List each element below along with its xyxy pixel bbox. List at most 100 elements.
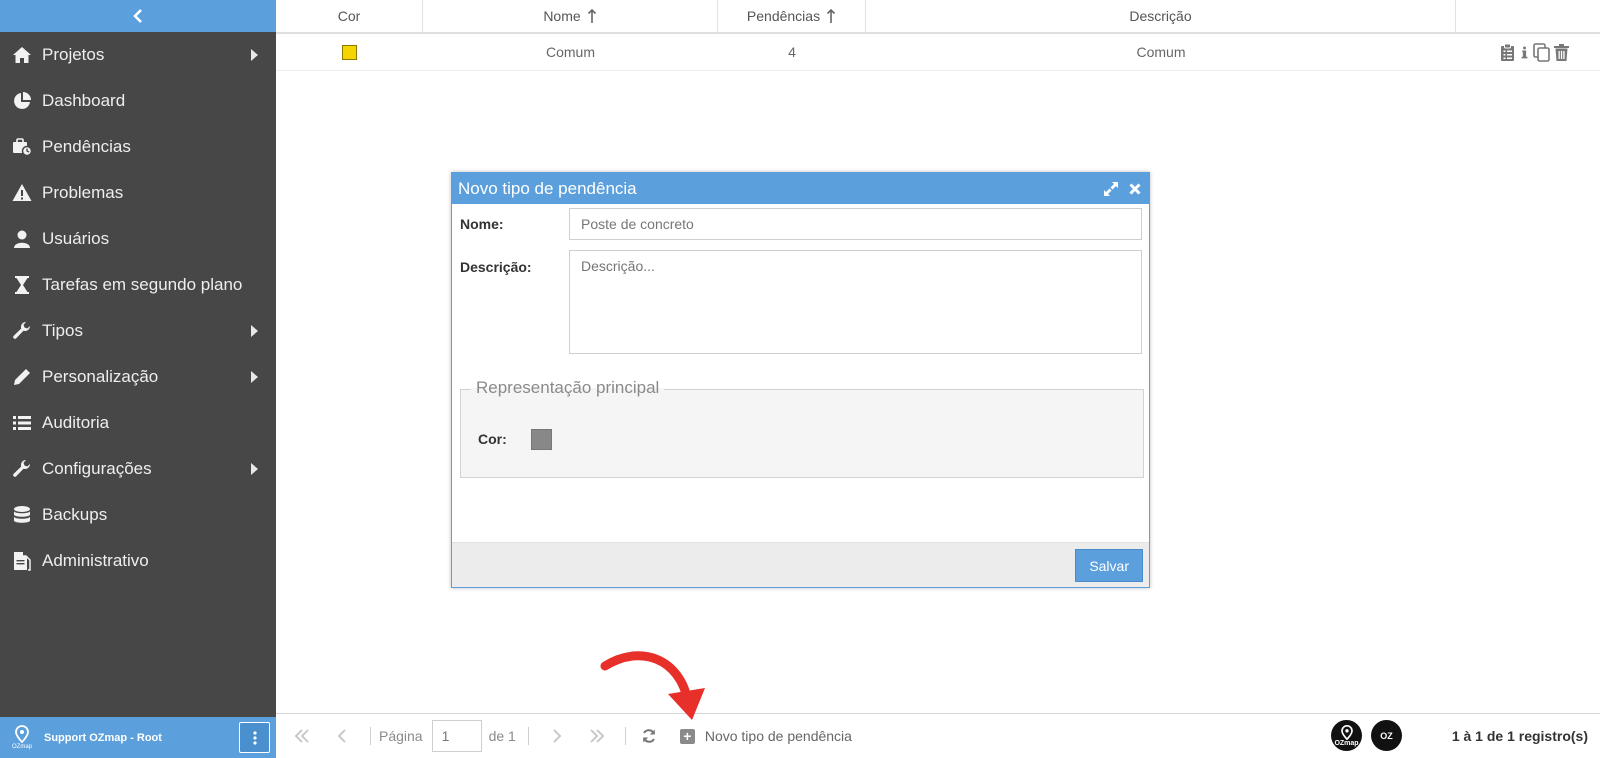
column-header-nome[interactable]: Nome: [423, 0, 718, 32]
sidebar-item-personalizacao[interactable]: Personalização: [0, 354, 276, 400]
sidebar-item-configuracoes[interactable]: Configurações: [0, 446, 276, 492]
sidebar-menu: Projetos Dashboard Pendências Problemas …: [0, 32, 276, 584]
sidebar-item-label: Tarefas em segundo plano: [42, 275, 243, 294]
add-new-type-button[interactable]: + Novo tipo de pendência: [679, 728, 852, 744]
cell-cor: [276, 34, 423, 70]
dialog-title: Novo tipo de pendência: [458, 178, 637, 198]
sidebar-item-label: Problemas: [42, 183, 124, 202]
warning-icon: [11, 183, 33, 203]
close-icon: [1129, 182, 1141, 195]
next-page-button[interactable]: [537, 728, 577, 744]
submenu-arrow-icon: [251, 325, 258, 337]
list-icon: [11, 413, 33, 433]
descricao-textarea[interactable]: [569, 250, 1142, 354]
table-header: Cor Nome Pendências Descrição: [276, 0, 1600, 34]
expand-button[interactable]: [1101, 179, 1121, 199]
double-chevron-right-icon: [590, 729, 605, 743]
page-input[interactable]: [431, 720, 482, 752]
first-page-button[interactable]: [282, 728, 322, 744]
sidebar-item-tarefas[interactable]: Tarefas em segundo plano: [0, 262, 276, 308]
column-label: Pendências: [746, 8, 821, 24]
dialog-footer: Salvar: [452, 542, 1149, 587]
save-button[interactable]: Salvar: [1075, 549, 1143, 582]
column-label: Nome: [543, 8, 581, 24]
table-row[interactable]: Comum 4 Comum: [276, 34, 1600, 71]
sidebar-item-usuarios[interactable]: Usuários: [0, 216, 276, 262]
double-chevron-left-icon: [294, 729, 309, 743]
cell-nome: Comum: [545, 44, 595, 60]
ozmap-logo: OZmap: [10, 722, 34, 754]
briefcase-clock-icon: [11, 137, 33, 157]
sidebar-item-label: Backups: [42, 505, 108, 524]
last-page-button[interactable]: [577, 728, 617, 744]
copy-icon[interactable]: [1533, 42, 1550, 62]
expand-icon: [1104, 181, 1118, 196]
sidebar: Projetos Dashboard Pendências Problemas …: [0, 0, 276, 758]
refresh-icon: [642, 729, 655, 743]
user-icon: [11, 229, 33, 249]
hourglass-icon: [11, 275, 33, 295]
column-header-descricao[interactable]: Descrição: [866, 0, 1456, 32]
fieldset-legend: Representação principal: [471, 378, 665, 398]
more-vertical-icon: [252, 730, 257, 745]
divider: [527, 727, 529, 745]
sidebar-item-label: Projetos: [42, 45, 105, 64]
submenu-arrow-icon: [251, 49, 258, 61]
sidebar-item-pendencias[interactable]: Pendências: [0, 124, 276, 170]
add-new-type-label: Novo tipo de pendência: [704, 728, 852, 744]
dialog-header: Novo tipo de pendência: [452, 173, 1149, 204]
sidebar-item-backups[interactable]: Backups: [0, 492, 276, 538]
document-icon: [11, 551, 33, 571]
clipboard-list-icon[interactable]: [1499, 43, 1516, 62]
page-label: Página: [379, 728, 423, 744]
info-icon[interactable]: [1519, 43, 1530, 62]
sidebar-collapse-button[interactable]: [0, 0, 276, 32]
cell-pendencias: 4: [788, 44, 796, 60]
sort-up-icon: [587, 8, 596, 23]
refresh-button[interactable]: [634, 728, 664, 744]
ozmap-brand-icon[interactable]: OZmap: [1331, 720, 1362, 751]
nome-label: Nome:: [460, 216, 504, 232]
descricao-label: Descrição:: [460, 259, 532, 275]
divider: [624, 727, 626, 745]
row-actions: [1456, 34, 1600, 70]
brand-logos: OZmap OZ: [1331, 720, 1402, 751]
brand-left-text: OZmap: [1334, 739, 1359, 747]
sidebar-item-tipos[interactable]: Tipos: [0, 308, 276, 354]
sidebar-item-problemas[interactable]: Problemas: [0, 170, 276, 216]
column-header-cor[interactable]: Cor: [276, 0, 423, 32]
pie-chart-icon: [11, 91, 33, 111]
sidebar-footer: OZmap Support OZmap - Root: [0, 717, 276, 758]
plus-square-icon: +: [679, 728, 695, 744]
sidebar-item-label: Administrativo: [42, 551, 149, 570]
sidebar-item-label: Dashboard: [42, 91, 126, 110]
submenu-arrow-icon: [251, 463, 258, 475]
oz-brand-icon[interactable]: OZ: [1371, 720, 1402, 751]
new-type-dialog: Novo tipo de pendência Nome: Descrição: …: [451, 172, 1150, 588]
pencil-icon: [11, 367, 33, 387]
sidebar-item-label: Tipos: [42, 321, 83, 340]
close-button[interactable]: [1125, 179, 1145, 199]
sidebar-item-dashboard[interactable]: Dashboard: [0, 78, 276, 124]
trash-icon[interactable]: [1553, 43, 1570, 62]
color-picker[interactable]: [531, 429, 552, 450]
page-total: de 1: [488, 728, 516, 744]
database-icon: [11, 505, 33, 525]
user-menu-button[interactable]: [239, 722, 270, 753]
sidebar-item-label: Personalização: [42, 367, 159, 386]
logo-text: OZmap: [11, 744, 32, 750]
cell-descricao: Comum: [1136, 44, 1186, 60]
sidebar-item-label: Usuários: [42, 229, 110, 248]
column-header-pendencias[interactable]: Pendências: [718, 0, 866, 32]
chevron-right-icon: [553, 729, 562, 743]
submenu-arrow-icon: [251, 371, 258, 383]
sidebar-item-auditoria[interactable]: Auditoria: [0, 400, 276, 446]
prev-page-button[interactable]: [322, 728, 362, 744]
nome-input[interactable]: [569, 208, 1142, 240]
sidebar-item-projetos[interactable]: Projetos: [0, 32, 276, 78]
sidebar-item-administrativo[interactable]: Administrativo: [0, 538, 276, 584]
types-table: Cor Nome Pendências Descrição Comum 4 Co…: [276, 0, 1600, 71]
wrench-icon: [11, 459, 33, 479]
map-pin-icon: [15, 725, 29, 743]
divider: [370, 727, 371, 745]
